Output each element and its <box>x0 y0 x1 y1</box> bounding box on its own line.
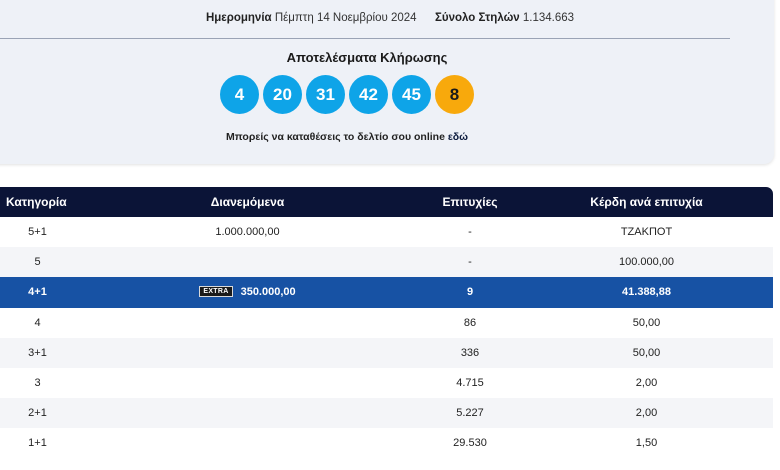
table-row: 4 86 50,00 <box>0 308 773 338</box>
cell-prize: 2,00 <box>635 407 658 420</box>
number-ball: 42 <box>349 75 388 114</box>
cell-category: 4+1 <box>28 286 47 299</box>
cell-wins: 29.530 <box>453 437 487 450</box>
divider <box>0 38 730 39</box>
number-ball: 31 <box>306 75 345 114</box>
cell-category: 5+1 <box>28 226 47 239</box>
table-row: 2+1 5.227 2,00 <box>0 398 773 429</box>
date-value: Πέμπτη 14 Νοεμβρίου 2024 <box>274 12 417 24</box>
table-row: 1+1 29.530 1,50 <box>0 428 773 458</box>
columns-value: 1.134.663 <box>522 12 575 24</box>
table-row: 3+1 336 50,00 <box>0 337 773 368</box>
table-row: 3 4.715 2,00 <box>0 368 773 398</box>
header-wins: Επιτυχίες <box>442 195 498 209</box>
cell-wins: 4.715 <box>456 377 484 390</box>
cell-category: 4 <box>34 316 41 329</box>
cell-category: 1+1 <box>28 437 47 450</box>
joker-ball: 8 <box>435 75 474 114</box>
cell-category: 3 <box>34 377 41 390</box>
header-category: Κατηγορία <box>6 195 67 209</box>
table-row: 5+1 1.000.000,00 - ΤΖΑΚΠΟΤ <box>0 217 773 247</box>
number-ball: 45 <box>392 75 431 114</box>
draw-meta: Ημερομηνία Πέμπτη 14 Νοεμβρίου 2024 Σύνο… <box>0 12 780 24</box>
number-ball: 20 <box>263 75 302 114</box>
online-link[interactable]: εδώ <box>448 131 468 143</box>
header-distributed: Διανεμόμενα <box>210 195 285 209</box>
extra-badge: EXTRA <box>199 286 233 298</box>
cell-wins: 9 <box>466 286 474 299</box>
cell-wins: 5.227 <box>456 407 484 420</box>
table-header: Κατηγορία Διανεμόμενα Επιτυχίες Κέρδη αν… <box>0 187 773 217</box>
cell-prize: 50,00 <box>632 316 661 329</box>
table-row-highlighted: 4+1 EXTRA 350.000,00 9 41.388,88 <box>0 277 773 308</box>
cell-distributed: 1.000.000,00 <box>215 226 280 239</box>
cell-prize: 100.000,00 <box>618 256 675 269</box>
table-row: 5 - 100.000,00 <box>0 247 773 278</box>
header-prize: Κέρδη ανά επιτυχία <box>590 195 703 209</box>
cell-wins: - <box>468 256 472 269</box>
columns-label: Σύνολο Στηλών <box>434 12 520 24</box>
drawn-numbers: 4 20 31 42 45 8 <box>220 75 474 114</box>
cell-category: 5 <box>34 256 41 269</box>
date-label: Ημερομηνία <box>205 12 272 24</box>
number-ball: 4 <box>220 75 259 114</box>
cell-category: 3+1 <box>28 346 47 359</box>
online-text: Μπορείς να καταθέσεις το δελτίο σου onli… <box>225 131 445 143</box>
cell-prize: 2,00 <box>635 377 658 390</box>
cell-wins: 86 <box>463 316 477 329</box>
cell-prize: ΤΖΑΚΠΟΤ <box>620 226 673 239</box>
cell-wins: - <box>468 226 472 239</box>
results-title: Αποτελέσματα Κλήρωσης <box>286 50 448 65</box>
cell-wins: 336 <box>460 346 480 359</box>
prize-table: Κατηγορία Διανεμόμενα Επιτυχίες Κέρδη αν… <box>0 187 773 459</box>
cell-distributed-value: 350.000,00 <box>240 286 296 299</box>
cell-prize: 50,00 <box>632 346 661 359</box>
cell-prize: 1,50 <box>635 437 658 450</box>
cell-prize: 41.388,88 <box>622 286 671 299</box>
cell-distributed: EXTRA 350.000,00 <box>75 286 420 298</box>
online-notice: Μπορείς να καταθέσεις το δελτίο σου onli… <box>0 131 694 143</box>
cell-category: 2+1 <box>28 407 47 420</box>
